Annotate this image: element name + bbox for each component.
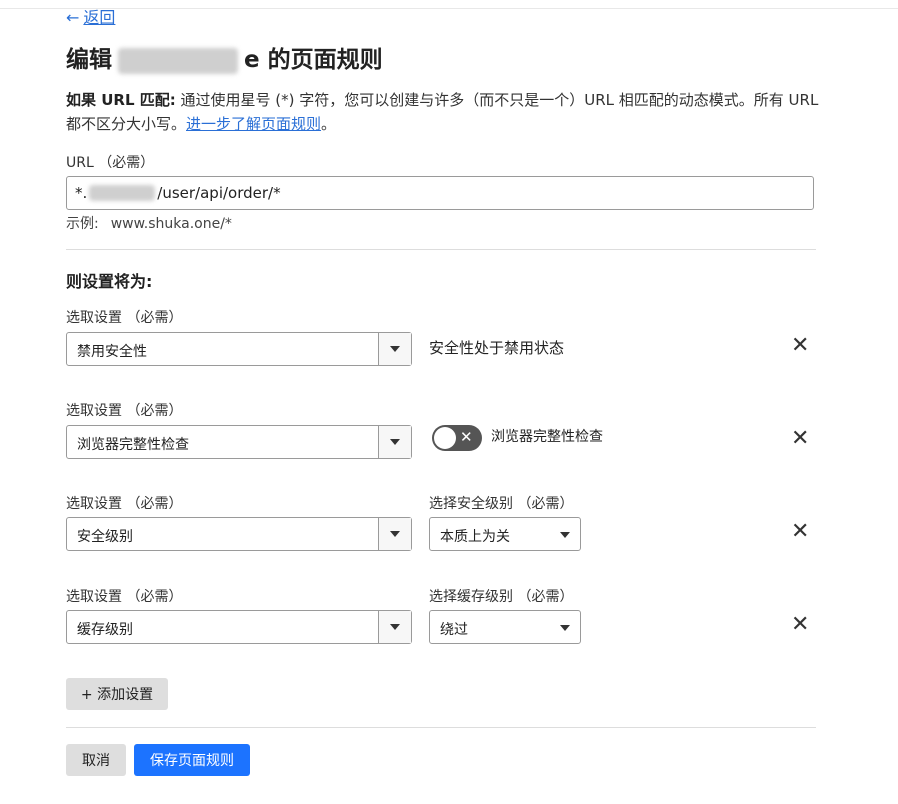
- setting-value: 缓存级别: [77, 622, 133, 638]
- dropdown-button[interactable]: [378, 518, 411, 550]
- setting-label: 选取设置 （必需）: [66, 403, 183, 419]
- setting-value: 安全级别: [77, 529, 133, 545]
- example-label: 示例:: [66, 216, 99, 232]
- dropdown-button[interactable]: [378, 611, 411, 643]
- back-label: 返回: [83, 8, 116, 27]
- security-status-text: 安全性处于禁用状态: [429, 339, 565, 357]
- setting-select-security-level[interactable]: 安全级别: [66, 517, 412, 551]
- redacted-url-domain: [89, 185, 156, 201]
- setting-select-security[interactable]: 禁用安全性: [66, 332, 412, 366]
- save-page-rule-button[interactable]: 保存页面规则: [134, 744, 250, 776]
- security-level-label: 选择安全级别 （必需）: [429, 496, 574, 512]
- remove-setting-icon[interactable]: ✕: [791, 428, 809, 450]
- url-input[interactable]: *. /user/api/order/*: [66, 176, 814, 210]
- chevron-down-icon: [560, 532, 570, 538]
- security-level-select[interactable]: 本质上为关: [429, 517, 581, 551]
- chevron-down-icon: [390, 531, 400, 537]
- top-border: [0, 8, 898, 9]
- toggle-knob: [434, 427, 456, 449]
- cancel-button[interactable]: 取消: [66, 744, 126, 776]
- url-suffix: /user/api/order/*: [157, 184, 281, 202]
- setting-select-browser-check[interactable]: 浏览器完整性检查: [66, 425, 412, 459]
- page-title: 编辑 e 的页面规则: [66, 40, 383, 74]
- example-value: www.shuka.one/*: [110, 216, 232, 232]
- remove-setting-icon[interactable]: ✕: [791, 335, 809, 357]
- setting-label: 选取设置 （必需）: [66, 589, 183, 605]
- setting-label: 选取设置 （必需）: [66, 496, 183, 512]
- chevron-down-icon: [390, 346, 400, 352]
- chevron-down-icon: [390, 624, 400, 630]
- toggle-off-icon: ✕: [460, 428, 473, 446]
- learn-more-link[interactable]: 进一步了解页面规则: [186, 115, 321, 133]
- setting-select-cache-level[interactable]: 缓存级别: [66, 610, 412, 644]
- chevron-down-icon: [390, 439, 400, 445]
- url-prefix: *.: [75, 184, 88, 202]
- cache-level-select[interactable]: 绕过: [429, 610, 581, 644]
- dropdown-button[interactable]: [378, 333, 411, 365]
- title-partial: e: [244, 47, 260, 73]
- security-level-value: 本质上为关: [440, 529, 510, 545]
- url-label: URL （必需）: [66, 155, 155, 171]
- description-end: 。: [321, 115, 337, 133]
- description-bold: 如果 URL 匹配:: [66, 91, 176, 109]
- dropdown-button[interactable]: [378, 426, 411, 458]
- remove-setting-icon[interactable]: ✕: [791, 614, 809, 636]
- title-prefix: 编辑: [66, 47, 112, 73]
- title-suffix: 的页面规则: [267, 47, 383, 73]
- chevron-down-icon: [560, 625, 570, 631]
- toggle-label: 浏览器完整性检查: [491, 429, 603, 445]
- cache-level-label: 选择缓存级别 （必需）: [429, 589, 574, 605]
- back-arrow-icon: ←: [66, 8, 80, 27]
- setting-label: 选取设置 （必需）: [66, 310, 183, 326]
- browser-check-toggle[interactable]: ✕: [432, 425, 482, 451]
- settings-title: 则设置将为:: [66, 272, 153, 291]
- setting-value: 浏览器完整性检查: [77, 437, 189, 453]
- redacted-domain: [118, 47, 238, 74]
- description-text: 通过使用星号 (*) 字符，您可以创建与许多（而不只是一个）URL 相匹配的动态…: [66, 91, 819, 133]
- setting-value: 禁用安全性: [77, 344, 147, 360]
- back-link[interactable]: ← 返回: [66, 4, 115, 28]
- divider: [66, 249, 816, 250]
- remove-setting-icon[interactable]: ✕: [791, 521, 809, 543]
- page-description: 如果 URL 匹配: 通过使用星号 (*) 字符，您可以创建与许多（而不只是一个…: [66, 88, 826, 136]
- divider: [66, 727, 816, 728]
- cache-level-value: 绕过: [440, 622, 468, 638]
- add-setting-button[interactable]: + 添加设置: [66, 678, 168, 710]
- url-example: 示例: www.shuka.one/*: [66, 213, 232, 233]
